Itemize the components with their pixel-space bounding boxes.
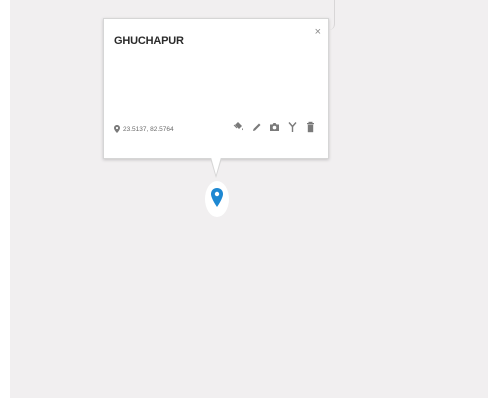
- map-pin-icon[interactable]: [204, 180, 230, 218]
- coordinates-text: 23.5137, 82.5764: [123, 125, 174, 133]
- popup-pointer: [210, 157, 222, 178]
- paint-bucket-icon[interactable]: [233, 121, 244, 133]
- location-pin-icon: [114, 125, 120, 133]
- place-popup: GHUCHAPUR × 23.5137, 82.5764: [103, 18, 329, 159]
- close-icon[interactable]: ×: [315, 27, 321, 38]
- popup-toolbar: [233, 121, 316, 133]
- camera-icon[interactable]: [269, 121, 280, 133]
- pencil-icon[interactable]: [251, 121, 262, 133]
- map-edge-line: [329, 0, 335, 30]
- coordinates: 23.5137, 82.5764: [114, 125, 174, 133]
- trash-icon[interactable]: [305, 121, 316, 133]
- place-title: GHUCHAPUR: [114, 35, 184, 47]
- route-fork-icon[interactable]: [287, 121, 298, 133]
